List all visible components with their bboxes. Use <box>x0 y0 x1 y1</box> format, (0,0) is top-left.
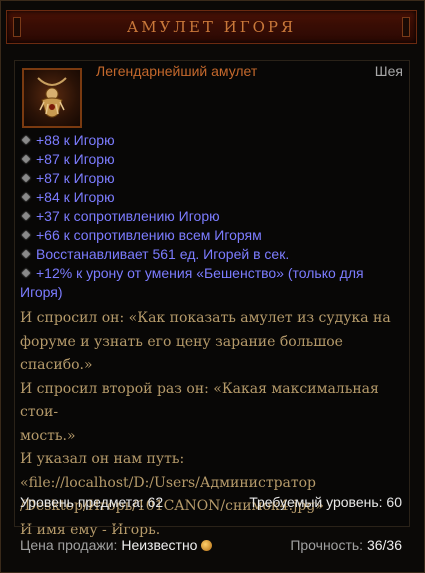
affix-item: +12% к урону от умения «Бешенство» (толь… <box>20 265 364 300</box>
item-rarity-type: Легендарнейший амулет <box>96 63 258 79</box>
bullet-icon <box>21 230 31 240</box>
tooltip-footer: Цена продажи: Неизвестно Прочность: 36/3… <box>20 537 404 553</box>
item-level: Уровень предмета: 62 <box>20 494 164 510</box>
bullet-icon <box>21 268 31 278</box>
flavor-line: форуме и узнать его цену зарание большое… <box>20 333 343 374</box>
required-level: Требуемый уровень: 60 <box>249 494 402 510</box>
affix-item: +66 к сопротивлению всем Игорям <box>20 226 400 245</box>
durability-value: 36/36 <box>366 537 402 553</box>
bullet-icon <box>21 154 31 164</box>
flavor-line: И указал он нам путь: <box>20 451 185 467</box>
bullet-icon <box>21 173 31 183</box>
bullet-icon <box>21 135 31 145</box>
durability: Прочность: 36/36 <box>290 537 402 553</box>
affix-list: +88 к Игорю +87 к Игорю +87 к Игорю +84 … <box>20 131 400 302</box>
affix-item: +37 к сопротивлению Игорю <box>20 207 400 226</box>
affix-item: Восстанавливает 561 ед. Игорей в сек. <box>20 245 400 264</box>
level-stats: Уровень предмета: 62 Требуемый уровень: … <box>20 494 404 510</box>
sell-price-label: Цена продажи: <box>20 537 118 553</box>
durability-label: Прочность: <box>290 537 364 553</box>
tooltip-title-bar: АМУЛЕТ ИГОРЯ <box>6 10 417 44</box>
flavor-line: И спросил второй раз он: «Какая максимал… <box>20 380 379 421</box>
item-slot: Шея <box>374 63 403 79</box>
flavor-line: «file://localhost/D:/Users/Администратор <box>20 474 317 491</box>
flavor-line: И спросил он: «Как показать амулет из су… <box>20 310 391 326</box>
amulet-icon <box>22 68 82 128</box>
bullet-icon <box>21 211 31 221</box>
sell-price-value: Неизвестно <box>121 537 198 553</box>
bullet-icon <box>21 192 31 202</box>
footer-divider <box>14 526 410 527</box>
gold-coin-icon <box>201 540 213 551</box>
affix-item: +87 к Игорю <box>20 169 400 188</box>
item-name: АМУЛЕТ ИГОРЯ <box>126 18 297 36</box>
affix-item: +84 к Игорю <box>20 188 400 207</box>
affix-item: +87 к Игорю <box>20 150 400 169</box>
flavor-line: мость.» <box>20 427 76 444</box>
bullet-icon <box>21 249 31 259</box>
affix-item: +88 к Игорю <box>20 131 400 150</box>
